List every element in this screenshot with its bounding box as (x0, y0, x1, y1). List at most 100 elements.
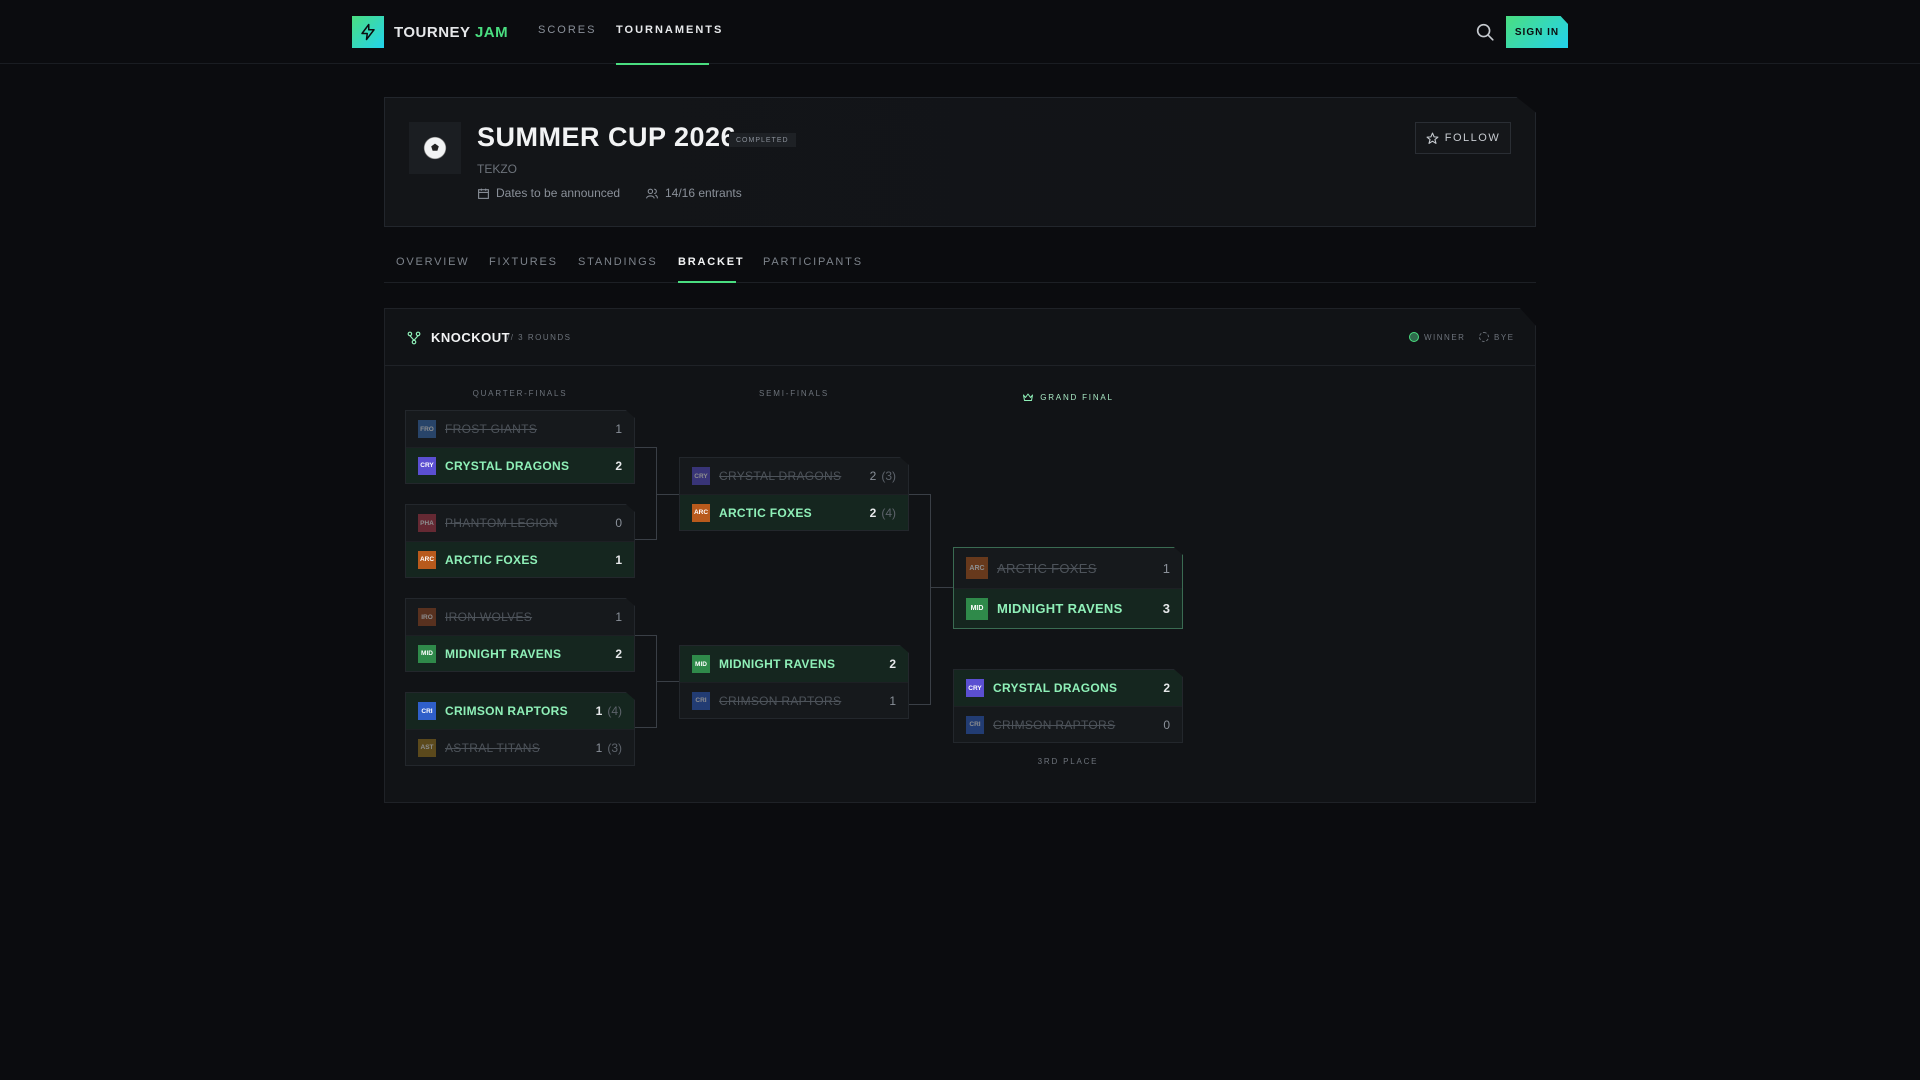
team-name[interactable]: CRIMSON RAPTORS (993, 718, 1163, 732)
team-score: 1 (595, 740, 603, 755)
team-score: 1 (615, 610, 622, 624)
legend-bye-label: BYE (1494, 332, 1515, 342)
team-name[interactable]: ASTRAL TITANS (445, 741, 596, 755)
team-name[interactable]: FROST GIANTS (445, 422, 615, 436)
team-row: MID MIDNIGHT RAVENS 3 (954, 588, 1182, 628)
team-score: 2 (889, 657, 896, 671)
team-name[interactable]: ARCTIC FOXES (445, 553, 615, 567)
penalty-score: (3) (881, 469, 896, 483)
entrants-meta: 14/16 entrants (645, 186, 742, 200)
match-third-place[interactable]: CRY CRYSTAL DRAGONS 2 CRI CRIMSON RAPTORS 0 (953, 669, 1183, 743)
team-name[interactable]: CRYSTAL DRAGONS (993, 681, 1163, 695)
team-row: ARC ARCTIC FOXES 1 (406, 541, 634, 577)
match-qf2[interactable]: PHA PHANTOM LEGION 0 ARC ARCTIC FOXES 1 (405, 504, 635, 578)
nav-active-indicator (616, 63, 709, 65)
nav-scores[interactable]: SCORES (538, 24, 596, 36)
tournament-header: SUMMER CUP 2026 COMPLETED TEKZO Dates to… (384, 97, 1536, 227)
lightning-icon (352, 16, 384, 48)
team-badge: ARC (418, 550, 436, 569)
round-label-sf: SEMI-FINALS (758, 389, 830, 398)
top-nav: TOURNEY JAM SCORES TOURNAMENTS SIGN IN (0, 0, 1920, 65)
match-sf1[interactable]: CRY CRYSTAL DRAGONS 2 (3) ARC ARCTIC FOXES 2(… (679, 457, 909, 531)
brand-name: TOURNEY JAM (394, 23, 509, 41)
connector-qf2 (635, 635, 657, 728)
connector-sf1-in (657, 494, 679, 495)
team-row: PHA PHANTOM LEGION 0 (406, 505, 634, 541)
team-row: CRI CRIMSON RAPTORS 1 (680, 682, 908, 718)
team-score: 1 (615, 552, 622, 567)
team-score: 2 (615, 646, 622, 661)
legend-winner: WINNER (1409, 332, 1465, 342)
team-name[interactable]: ARCTIC FOXES (719, 506, 870, 520)
team-score: 2 (869, 469, 877, 483)
tab-standings[interactable]: STANDINGS (578, 256, 658, 268)
soccer-ball-icon (409, 122, 461, 174)
team-score: 2 (1163, 681, 1170, 695)
match-qf4[interactable]: CRI CRIMSON RAPTORS 1 (4) AST ASTRAL TITANS 1… (405, 692, 635, 766)
penalty-score: (3) (607, 740, 622, 755)
tournament-title: SUMMER CUP 2026 (477, 122, 737, 152)
team-name[interactable]: CRIMSON RAPTORS (719, 694, 889, 708)
dates-text: Dates to be announced (496, 186, 621, 200)
match-qf3[interactable]: IRO IRON WOLVES 1 MID MIDNIGHT RAVENS 2 (405, 598, 635, 672)
team-name[interactable]: MIDNIGHT RAVENS (445, 647, 615, 661)
bye-dot-icon (1479, 332, 1489, 342)
legend-bye: BYE (1479, 332, 1515, 342)
team-score: 0 (1163, 717, 1170, 732)
tab-overview[interactable]: OVERVIEW (396, 256, 470, 268)
calendar-icon (478, 188, 489, 199)
match-qf1[interactable]: FRO FROST GIANTS 1 CRY CRYSTAL DRAGONS 2 (405, 410, 635, 484)
team-name[interactable]: PHANTOM LEGION (445, 516, 615, 530)
team-row: IRO IRON WOLVES 1 (406, 599, 634, 635)
crown-icon (1023, 393, 1034, 401)
team-name[interactable]: ARCTIC FOXES (997, 561, 1163, 576)
sign-in-button[interactable]: SIGN IN (1506, 16, 1568, 48)
search-icon[interactable] (1474, 21, 1496, 43)
team-score: 2 (869, 505, 877, 520)
team-row: MID MIDNIGHT RAVENS 2 (406, 635, 634, 671)
team-score: 1 (595, 704, 603, 718)
team-row: AST ASTRAL TITANS 1 (3) (406, 729, 634, 765)
connector-sf (909, 494, 931, 705)
nav-tournaments[interactable]: TOURNAMENTS (616, 24, 723, 36)
team-row: CRY CRYSTAL DRAGONS 2 (406, 447, 634, 483)
tab-participants[interactable]: PARTICIPANTS (763, 256, 863, 268)
round-label-gf: GRAND FINAL (953, 391, 1183, 403)
follow-label: FOLLOW (1444, 132, 1501, 144)
tab-bracket[interactable]: BRACKET (678, 256, 744, 268)
team-badge: CRY (418, 456, 436, 475)
team-name[interactable]: CRYSTAL DRAGONS (445, 459, 615, 473)
tab-fixtures[interactable]: FIXTURES (489, 256, 558, 268)
match-sf2[interactable]: MID MIDNIGHT RAVENS 2 CRI CRIMSON RAPTORS 1 (679, 645, 909, 719)
star-icon (1426, 132, 1439, 144)
match-grand-final[interactable]: ARC ARCTIC FOXES 1 MID MIDNIGHT RAVENS 3 (953, 547, 1183, 629)
organizer-name[interactable]: TEKZO (477, 162, 517, 176)
team-name[interactable]: MIDNIGHT RAVENS (997, 601, 1163, 616)
follow-button[interactable]: FOLLOW (1415, 122, 1511, 154)
team-badge: ARC (966, 557, 988, 579)
tournament-tabs: OVERVIEW FIXTURES STANDINGS BRACKET PART… (384, 243, 1536, 283)
bracket-subtitle: // 3 ROUNDS (507, 333, 572, 342)
team-badge: PHA (418, 514, 436, 532)
team-score: 3 (1162, 601, 1170, 616)
team-row: FRO FROST GIANTS 1 (406, 411, 634, 447)
team-name[interactable]: IRON WOLVES (445, 610, 615, 624)
winner-dot-icon (1409, 332, 1419, 342)
logo[interactable]: TOURNEY JAM (352, 16, 508, 48)
bracket-header: KNOCKOUT // 3 ROUNDS WINNER BYE (385, 309, 1536, 366)
connector-qf1 (635, 447, 657, 540)
team-name[interactable]: CRIMSON RAPTORS (445, 704, 596, 718)
team-badge: CRY (692, 467, 710, 485)
team-score: 1 (615, 422, 622, 436)
team-score: 0 (615, 516, 622, 530)
team-name[interactable]: CRYSTAL DRAGONS (719, 469, 870, 483)
users-icon (646, 188, 658, 199)
team-badge: CRY (966, 679, 984, 697)
team-badge: FRO (418, 420, 436, 438)
dates-meta: Dates to be announced (477, 186, 620, 200)
round-label-qf: QUARTER-FINALS (472, 389, 568, 398)
team-row: CRI CRIMSON RAPTORS 0 (954, 706, 1182, 742)
team-name[interactable]: MIDNIGHT RAVENS (719, 657, 889, 671)
team-badge: CRI (418, 702, 436, 720)
round-label-gf-text: GRAND FINAL (1040, 392, 1114, 402)
